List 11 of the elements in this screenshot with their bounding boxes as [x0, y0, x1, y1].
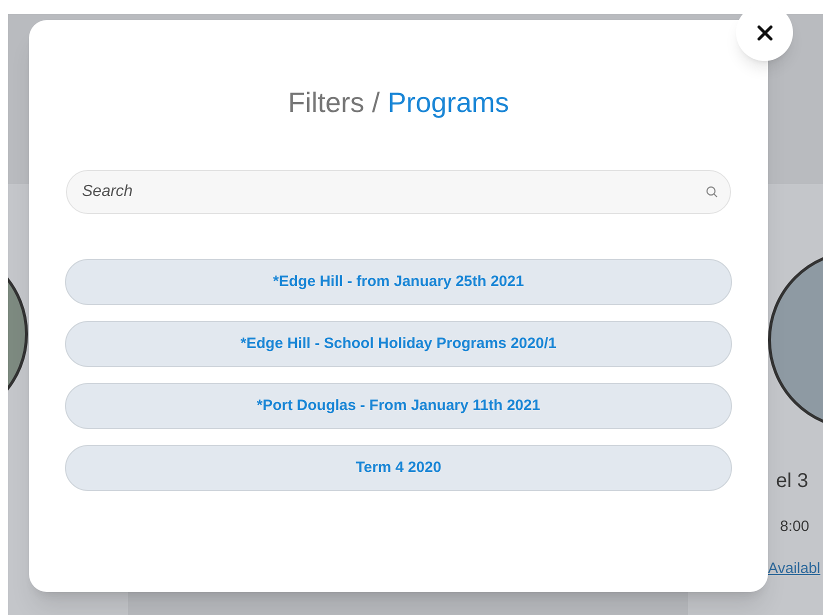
program-option[interactable]: Term 4 2020	[65, 445, 732, 491]
availability-link[interactable]: Availabl	[768, 558, 820, 580]
search-icon	[706, 186, 718, 198]
program-option[interactable]: *Port Douglas - From January 11th 2021	[65, 383, 732, 429]
program-option[interactable]: *Edge Hill - School Holiday Programs 2020/1	[65, 321, 732, 367]
search-field[interactable]: Search	[66, 170, 731, 214]
dialog-title: Filters / Programs	[288, 86, 509, 120]
close-icon	[756, 24, 772, 40]
program-option[interactable]: *Edge Hill - from January 25th 2021	[65, 259, 732, 305]
time-text: 8:00	[780, 517, 810, 537]
card-title: el 3	[776, 469, 808, 494]
